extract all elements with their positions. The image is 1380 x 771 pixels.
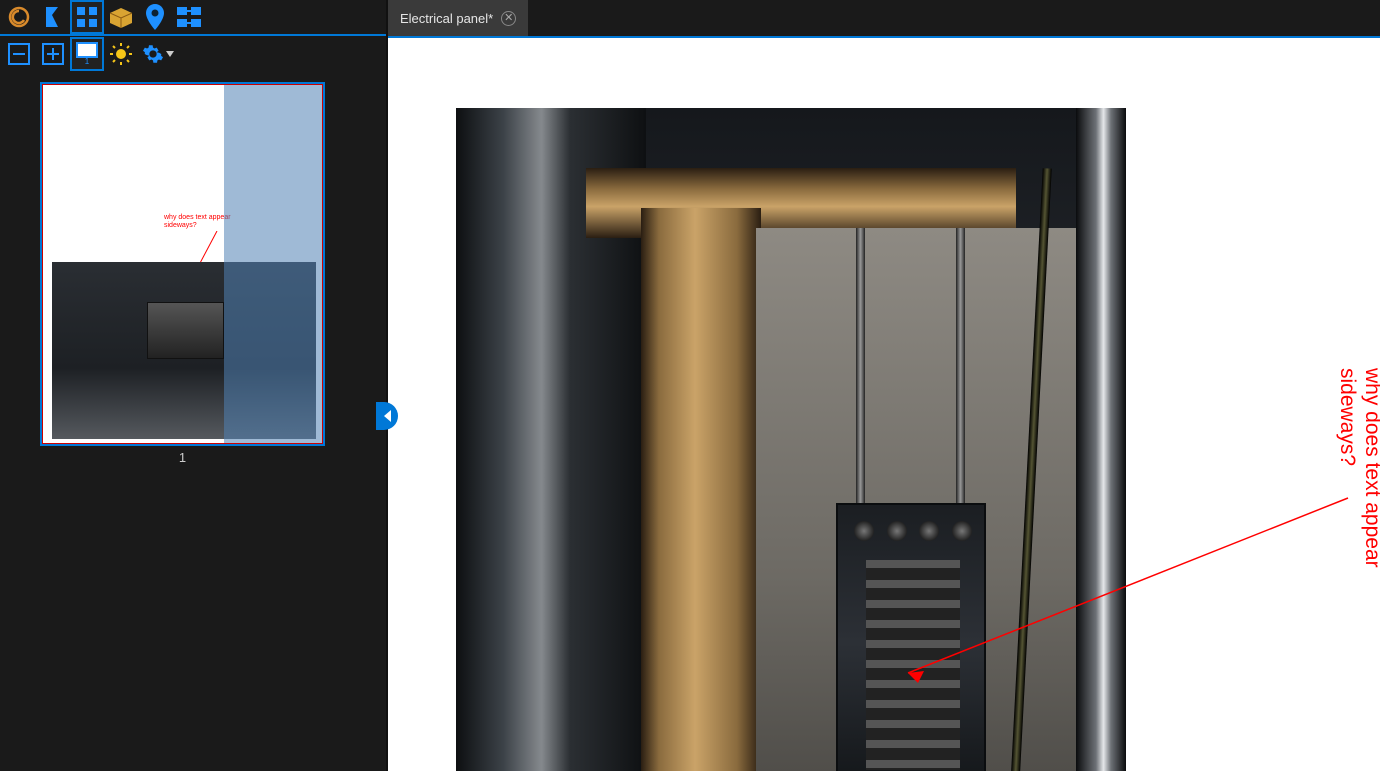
- expand-all-icon[interactable]: [38, 39, 68, 69]
- document-viewport[interactable]: why does text appear sideways?: [388, 36, 1380, 771]
- thumb-viewport-indicator: [42, 84, 323, 444]
- collapse-all-icon[interactable]: [4, 39, 34, 69]
- close-icon[interactable]: ✕: [501, 11, 516, 26]
- at-icon[interactable]: [4, 2, 34, 32]
- page-thumbnail[interactable]: why does text appear sideways? 1: [40, 82, 325, 465]
- document-tab-title: Electrical panel*: [400, 11, 493, 26]
- compare-icon[interactable]: [174, 2, 204, 32]
- main-area: Electrical panel* ✕ why does text appear: [388, 0, 1380, 771]
- pin-icon[interactable]: [140, 2, 170, 32]
- page-badge-number: 1: [85, 58, 89, 66]
- annotation-text[interactable]: why does text appear sideways?: [1335, 368, 1380, 568]
- page-thumbnail-canvas[interactable]: why does text appear sideways?: [40, 82, 325, 446]
- sidebar: 1 why does text appear sideways? 1: [0, 0, 388, 771]
- page-thumbnail-label: 1: [40, 450, 325, 465]
- document-tab[interactable]: Electrical panel* ✕: [388, 0, 528, 36]
- thumbnail-strip[interactable]: why does text appear sideways? 1: [0, 72, 386, 771]
- sidebar-toolbar-top: [0, 0, 386, 36]
- package-icon[interactable]: [106, 2, 136, 32]
- page-badge-icon[interactable]: 1: [72, 39, 102, 69]
- bookmark-icon[interactable]: [38, 2, 68, 32]
- brightness-icon[interactable]: [106, 39, 136, 69]
- sidebar-toolbar-second: 1: [0, 36, 386, 72]
- settings-icon[interactable]: [140, 39, 176, 69]
- document-image: [456, 108, 1126, 771]
- thumbnails-icon[interactable]: [72, 2, 102, 32]
- document-tab-bar: Electrical panel* ✕: [388, 0, 1380, 36]
